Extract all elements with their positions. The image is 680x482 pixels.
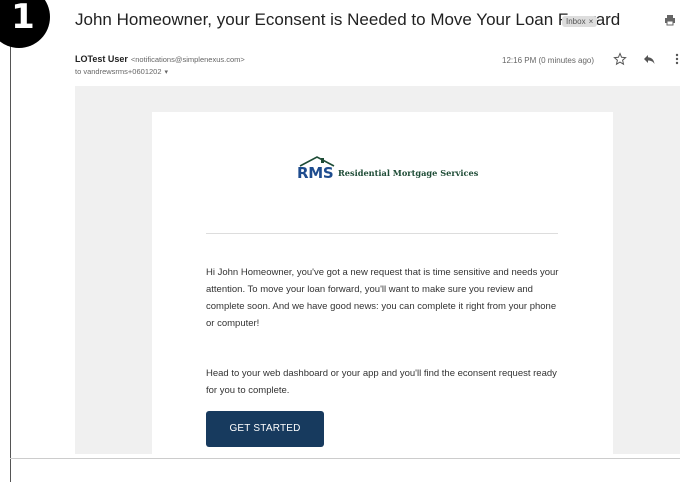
sender-email: <notifications@simplenexus.com> <box>130 55 245 64</box>
inbox-label-chip[interactable]: Inbox × <box>562 16 598 27</box>
body-paragraph-instructions: Head to your web dashboard or your app a… <box>206 368 557 396</box>
content-divider <box>206 233 558 234</box>
rms-logo: RMS Residential Mortgage Services <box>297 155 478 183</box>
show-details-chevron-icon[interactable]: ▾ <box>165 69 169 76</box>
star-icon[interactable] <box>613 52 627 66</box>
remove-label-icon[interactable]: × <box>589 17 594 26</box>
more-vert-icon[interactable] <box>670 52 680 66</box>
print-icon[interactable] <box>664 14 676 26</box>
inbox-label-text: Inbox <box>566 17 586 26</box>
sender-line: LOTest User <notifications@simplenexus.co… <box>75 54 245 64</box>
email-subject: John Homeowner, your Econsent is Needed … <box>75 10 621 29</box>
email-timestamp: 12:16 PM (0 minutes ago) <box>502 56 595 65</box>
logo-company-name: Residential Mortgage Services <box>338 168 479 178</box>
recipient-line: to vandrewsrms+0601202 ▾ <box>75 67 168 76</box>
logo-mark: RMS <box>297 164 334 182</box>
recipient-text: to vandrewsrms+0601202 <box>75 67 162 76</box>
screenshot-bottom-border <box>10 458 680 459</box>
sender-name[interactable]: LOTest User <box>75 54 128 64</box>
screenshot-frame-border <box>10 40 11 482</box>
get-started-button[interactable]: GET STARTED <box>206 411 324 447</box>
body-paragraph-intro: Hi John Homeowner, you've got a new requ… <box>206 267 559 329</box>
reply-icon[interactable] <box>642 52 656 66</box>
step-number-badge: 1 <box>0 0 50 48</box>
